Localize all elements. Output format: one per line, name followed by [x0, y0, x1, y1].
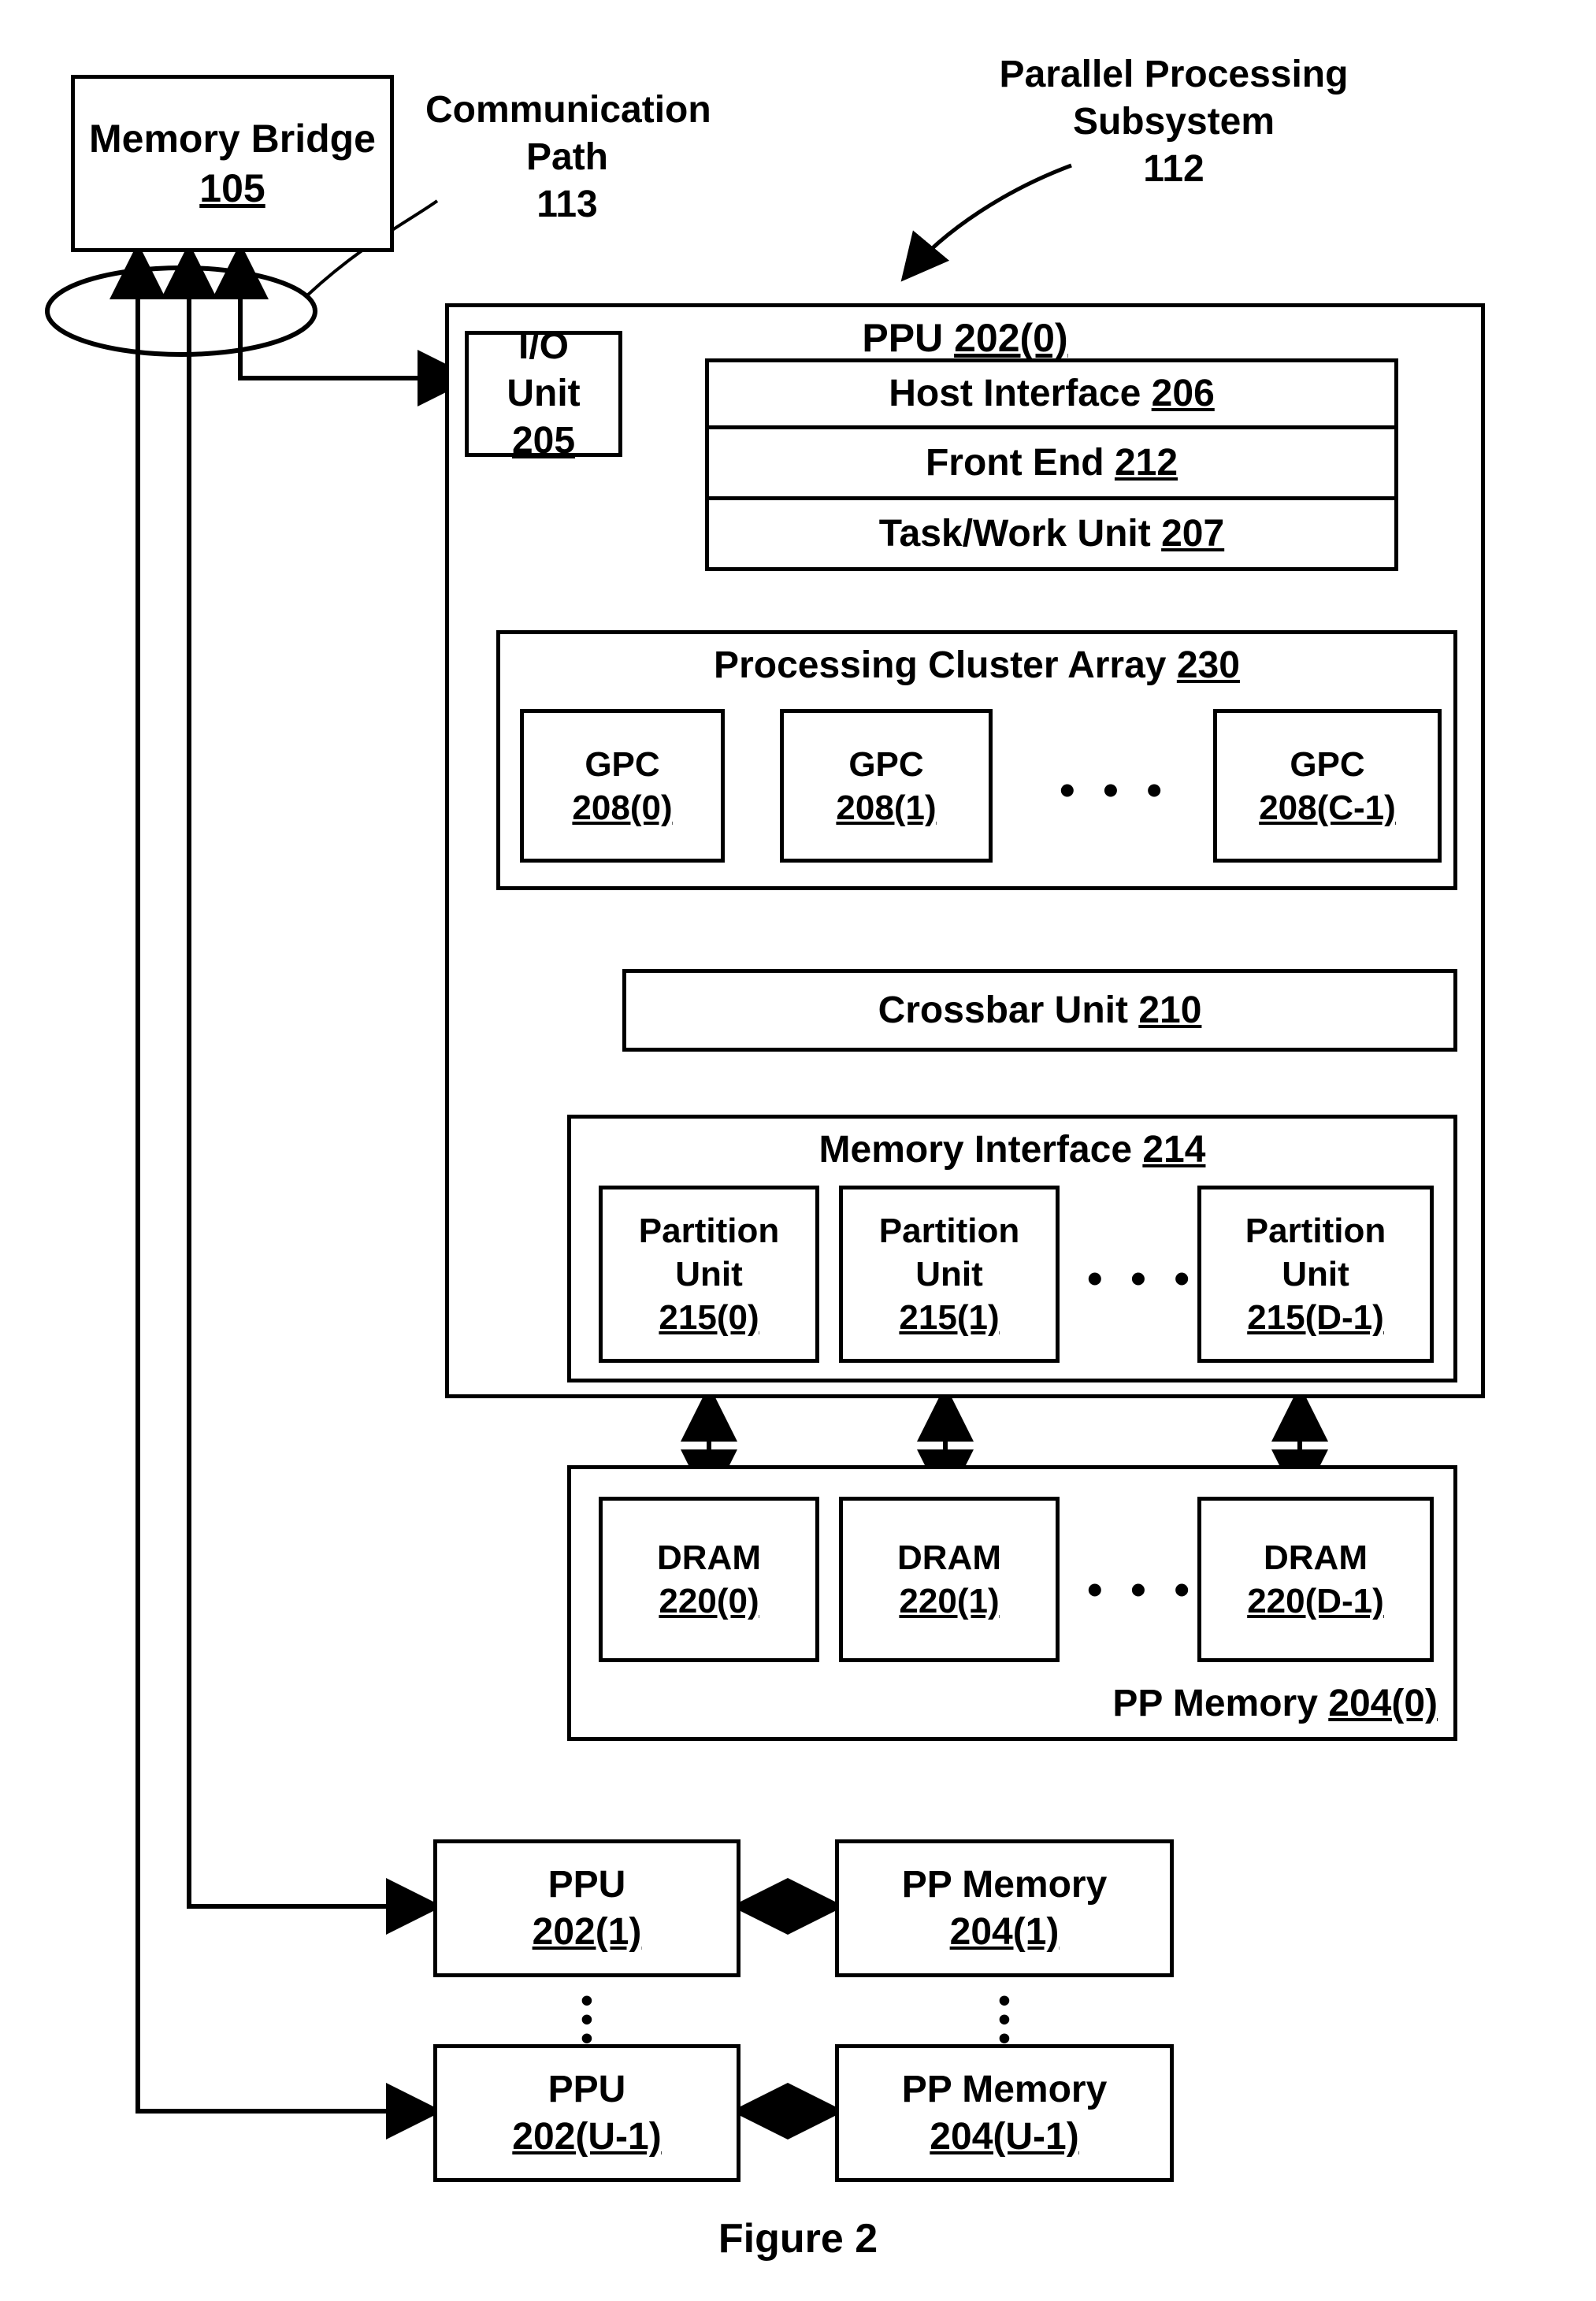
ppu0-title-text: PPU [862, 316, 943, 360]
ppu-vellipsis: ••• [579, 1991, 595, 2049]
p1-line2: Unit [915, 1253, 983, 1296]
p0-id: 215(0) [659, 1296, 759, 1339]
crossbar-name: Crossbar Unit [878, 989, 1128, 1031]
gpc0-id: 208(0) [572, 786, 672, 829]
crossbar-id: 210 [1138, 989, 1201, 1031]
ppmemU-name: PP Memory [902, 2066, 1108, 2114]
gpc0-name: GPC [585, 743, 659, 786]
pca-id: 230 [1177, 644, 1240, 686]
dram1-box: DRAM 220(1) [839, 1497, 1060, 1662]
gpc0-box: GPC 208(0) [520, 709, 725, 863]
ppu1-box: PPU 202(1) [433, 1839, 740, 1977]
io-unit-id: 205 [512, 418, 575, 465]
task-work-box: Task/Work Unit 207 [705, 500, 1398, 571]
mem-if-title: Memory Interface 214 [571, 1126, 1453, 1174]
comm-path-name2: Path [526, 136, 608, 178]
ppuU-id: 202(U-1) [512, 2114, 661, 2161]
ppu1-name: PPU [548, 1861, 626, 1909]
gpcC-name: GPC [1290, 743, 1364, 786]
front-end-name: Front End [926, 442, 1104, 484]
ppmemU-id: 204(U-1) [930, 2114, 1078, 2161]
front-end-id: 212 [1115, 442, 1178, 484]
pps-name2: Subsystem [1073, 101, 1275, 143]
dram0-box: DRAM 220(0) [599, 1497, 819, 1662]
gpc1-id: 208(1) [836, 786, 936, 829]
pD-line1: Partition [1245, 1209, 1386, 1253]
ppmem1-id: 204(1) [950, 1909, 1060, 1956]
pD-id: 215(D-1) [1247, 1296, 1384, 1339]
gpcC-id: 208(C-1) [1259, 786, 1396, 829]
host-interface-box: Host Interface 206 [705, 358, 1398, 429]
figure-caption: Figure 2 [0, 2214, 1596, 2265]
ppmem-vellipsis: ••• [997, 1991, 1012, 2049]
figure-caption-text: Figure 2 [718, 2216, 878, 2262]
p0-line1: Partition [639, 1209, 779, 1253]
partition1-box: Partition Unit 215(1) [839, 1186, 1060, 1363]
partition-ellipsis: • • • [1087, 1253, 1197, 1304]
ppmem0-name: PP Memory [1112, 1683, 1318, 1724]
ppuU-name: PPU [548, 2066, 626, 2114]
io-unit-line1: I/O [518, 323, 569, 370]
partitionD-box: Partition Unit 215(D-1) [1197, 1186, 1434, 1363]
pps-name1: Parallel Processing [1000, 54, 1349, 95]
host-interface-id: 206 [1152, 373, 1215, 414]
mem-if-name: Memory Interface [819, 1129, 1132, 1171]
ppmem1-box: PP Memory 204(1) [835, 1839, 1174, 1977]
io-unit-line2: Unit [507, 370, 580, 418]
p0-line2: Unit [675, 1253, 743, 1296]
task-work-name: Task/Work Unit [879, 513, 1151, 555]
mem_if-id: 214 [1142, 1129, 1205, 1171]
pca-name: Processing Cluster Array [714, 644, 1166, 686]
memory-bridge-id: 105 [199, 164, 265, 213]
ppmem1-name: PP Memory [902, 1861, 1108, 1909]
comm-path-name1: Communication [425, 89, 711, 131]
crossbar-box: Crossbar Unit 210 [622, 969, 1457, 1052]
dram-ellipsis: • • • [1087, 1564, 1197, 1615]
memory-bridge-box: Memory Bridge 105 [71, 75, 394, 252]
pD-line2: Unit [1282, 1253, 1349, 1296]
gpc1-name: GPC [848, 743, 923, 786]
front-end-box: Front End 212 [705, 429, 1398, 500]
partition0-box: Partition Unit 215(0) [599, 1186, 819, 1363]
gpc1-box: GPC 208(1) [780, 709, 993, 863]
ppmem0-id: 204(0) [1328, 1683, 1438, 1724]
dram1-id: 220(1) [899, 1579, 999, 1623]
p1-line1: Partition [879, 1209, 1019, 1253]
ppu1-id: 202(1) [533, 1909, 642, 1956]
dram1-name: DRAM [897, 1536, 1001, 1579]
gpc-ellipsis: • • • [1060, 764, 1170, 815]
host-interface-name: Host Interface [889, 373, 1141, 414]
dramD-id: 220(D-1) [1247, 1579, 1384, 1623]
gpcC-box: GPC 208(C-1) [1213, 709, 1442, 863]
ppuU-box: PPU 202(U-1) [433, 2044, 740, 2182]
dram0-id: 220(0) [659, 1579, 759, 1623]
pps-label: Parallel Processing Subsystem 112 [993, 51, 1355, 193]
comm-path-id: 113 [536, 184, 597, 225]
p1-id: 215(1) [899, 1296, 999, 1339]
memory-bridge-name: Memory Bridge [89, 114, 376, 164]
pca-title: Processing Cluster Array 230 [500, 642, 1453, 689]
dramD-name: DRAM [1264, 1536, 1368, 1579]
pps-id: 112 [1143, 148, 1204, 190]
ppmem0-title: PP Memory 204(0) [1112, 1680, 1438, 1728]
dram0-name: DRAM [657, 1536, 761, 1579]
dramD-box: DRAM 220(D-1) [1197, 1497, 1434, 1662]
ppu0-id: 202(0) [954, 316, 1068, 360]
ppmemU-box: PP Memory 204(U-1) [835, 2044, 1174, 2182]
task-work-id: 207 [1161, 513, 1224, 555]
io-unit-box: I/O Unit 205 [465, 331, 622, 457]
comm-path-label: Communication Path 113 [425, 87, 709, 228]
